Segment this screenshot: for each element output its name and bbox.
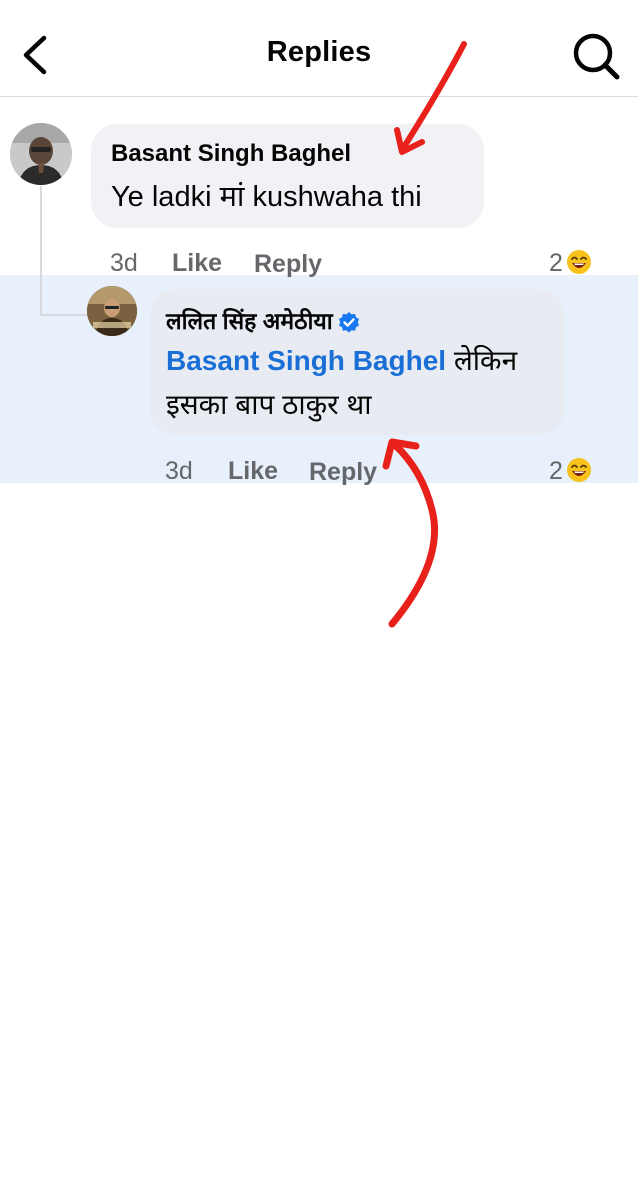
replies-page: Replies Basant Singh Baghel Ye ladki मां…: [0, 0, 638, 1200]
reaction-count: 2: [549, 249, 563, 277]
comment-text: Ye ladki मां kushwaha thi: [111, 181, 422, 213]
search-icon: [573, 33, 620, 80]
reply-text-line: Basant Singh Baghel लेकिन: [166, 341, 517, 379]
header-bar: Replies: [0, 0, 638, 97]
reaction-summary[interactable]: 2: [549, 457, 592, 486]
reply-button[interactable]: Reply: [254, 250, 322, 279]
like-button[interactable]: Like: [228, 457, 278, 486]
user-photo-icon: [10, 123, 72, 185]
comment-author[interactable]: Basant Singh Baghel: [111, 140, 351, 168]
reply-text-line-2: इसका बाप ठाकुर था: [166, 389, 372, 420]
reaction-count: 2: [549, 457, 563, 485]
reaction-summary[interactable]: 2: [549, 249, 592, 278]
thread-connector: [40, 186, 42, 316]
reply-button[interactable]: Reply: [309, 458, 377, 487]
avatar[interactable]: [10, 123, 72, 185]
search-button[interactable]: [570, 30, 622, 82]
reply-author-name: ललित सिंह अमेठीया: [166, 308, 333, 334]
comment-bubble: Basant Singh Baghel Ye ladki मां kushwah…: [91, 124, 484, 228]
verified-badge-icon: [338, 311, 359, 333]
like-button[interactable]: Like: [172, 249, 222, 278]
page-title: Replies: [266, 36, 372, 68]
mention-link[interactable]: Basant Singh Baghel: [166, 345, 446, 376]
laughing-emoji-icon: [566, 250, 591, 275]
reply-text: लेकिन: [446, 345, 518, 376]
comment-timestamp: 3d: [110, 249, 138, 277]
reply-timestamp: 3d: [165, 457, 193, 485]
user-photo-icon: [87, 286, 137, 336]
reply-author[interactable]: ललित सिंह अमेठीया: [166, 304, 361, 336]
reply-bubble: ललित सिंह अमेठीया Basant Singh Baghel ले…: [150, 289, 564, 435]
thread-connector-branch: [40, 314, 88, 316]
avatar[interactable]: [87, 286, 137, 336]
laughing-emoji-icon: [566, 458, 591, 483]
